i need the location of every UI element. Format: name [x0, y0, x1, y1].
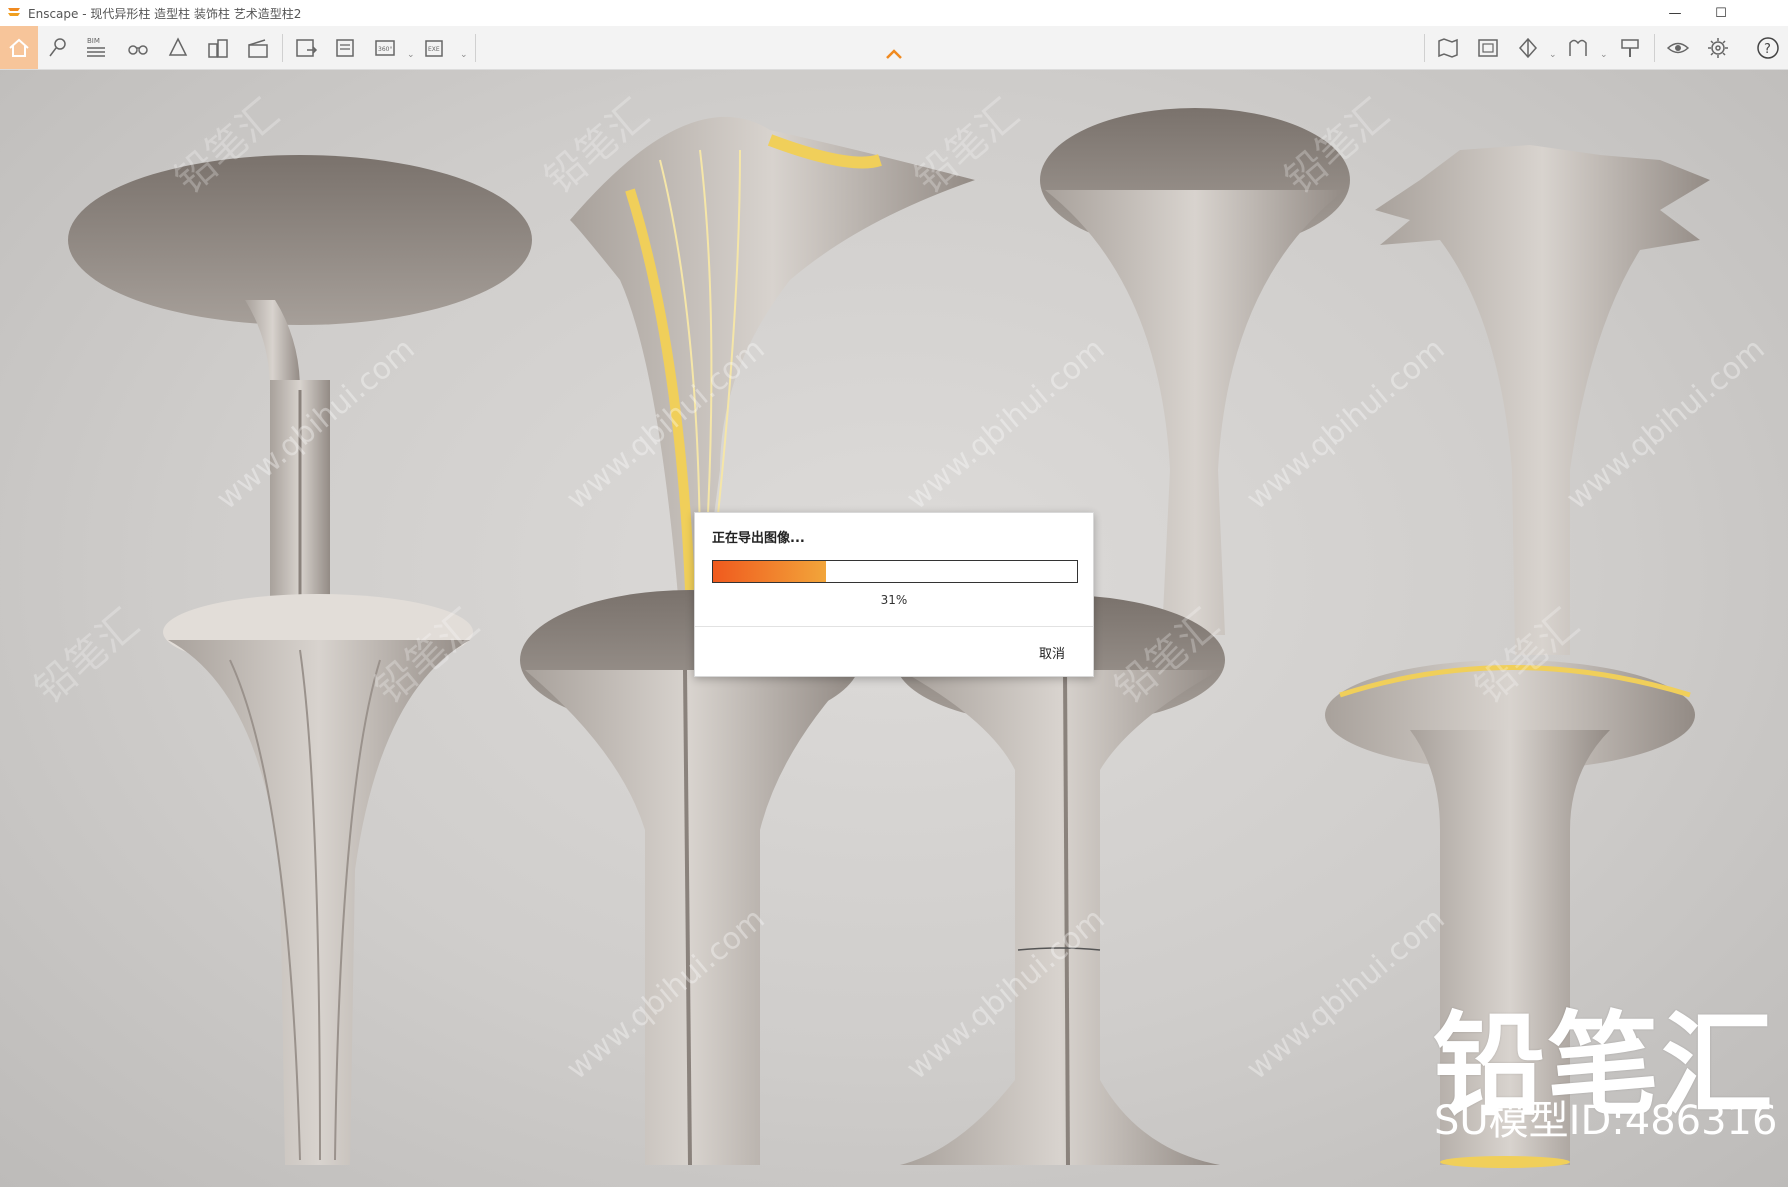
bell-button[interactable] — [162, 32, 194, 64]
360-export-icon: 360° — [375, 40, 395, 56]
asset-library-button[interactable] — [1472, 32, 1504, 64]
help-button[interactable]: ? — [1752, 32, 1784, 64]
maximize-button[interactable]: ☐ — [1698, 0, 1744, 26]
buildings-button[interactable] — [202, 32, 234, 64]
dialog-title: 正在导出图像... — [712, 531, 805, 546]
bim-icon: BIM — [87, 37, 105, 57]
binoculars-button[interactable] — [122, 32, 154, 64]
toolbar-separator — [1654, 34, 1655, 62]
asset-library-icon — [1478, 39, 1498, 57]
export-image-icon — [296, 39, 318, 57]
collapse-toolbar-icon[interactable] — [882, 46, 906, 62]
pin-button[interactable] — [42, 32, 74, 64]
svg-text:?: ? — [1764, 42, 1771, 57]
dialog-separator — [695, 626, 1093, 627]
material-button[interactable] — [1562, 32, 1594, 64]
chevron-down-icon[interactable]: ⌄ — [407, 50, 415, 60]
view-cube-button[interactable] — [1512, 32, 1544, 64]
cancel-button[interactable]: 取消 — [1039, 643, 1065, 662]
model-id-text: SU模型ID:486316 — [1434, 1098, 1778, 1144]
column-4 — [1375, 145, 1710, 655]
batch-export-icon — [336, 39, 354, 57]
panorama-export-button[interactable]: 360° — [370, 32, 402, 64]
toolbar-separator — [282, 34, 283, 62]
paint-icon — [1621, 39, 1639, 57]
exe-export-icon: EXE — [425, 40, 443, 57]
paint-button[interactable] — [1614, 32, 1646, 64]
svg-text:EXE: EXE — [428, 46, 440, 53]
help-icon: ? — [1757, 37, 1779, 59]
clapboard-button[interactable] — [242, 32, 274, 64]
column-1 — [68, 155, 532, 635]
toolbar-separator — [475, 34, 476, 62]
export-image-button[interactable] — [290, 32, 322, 64]
bell-icon — [168, 37, 188, 56]
buildings-icon — [208, 39, 228, 58]
bim-button[interactable]: BIM — [80, 32, 112, 64]
map-icon — [1438, 38, 1458, 58]
map-button[interactable] — [1432, 32, 1464, 64]
material-icon — [1569, 39, 1587, 56]
visual-settings-icon — [1666, 42, 1690, 54]
visual-settings-button[interactable] — [1662, 32, 1694, 64]
pin-icon — [49, 38, 66, 57]
minimize-button[interactable]: — — [1652, 0, 1698, 26]
home-button[interactable] — [0, 26, 38, 69]
view-cube-icon — [1518, 37, 1538, 59]
settings-gear-icon — [1708, 38, 1728, 58]
home-icon — [9, 38, 29, 57]
enscape-logo-icon — [8, 8, 20, 16]
chevron-down-icon[interactable]: ⌄ — [1600, 50, 1608, 60]
binoculars-icon — [128, 45, 148, 55]
progress-percent: 31% — [880, 593, 908, 607]
progress-bar-fill — [713, 561, 826, 582]
svg-text:360°: 360° — [378, 46, 392, 53]
settings-button[interactable] — [1702, 32, 1734, 64]
exe-export-button[interactable]: EXE — [420, 32, 452, 64]
chevron-down-icon[interactable]: ⌄ — [1549, 50, 1557, 60]
batch-export-button[interactable] — [330, 32, 362, 64]
progress-bar — [712, 560, 1078, 583]
window-title: Enscape - 现代异形柱 造型柱 装饰柱 艺术造型柱2 — [28, 6, 302, 21]
svg-text:BIM: BIM — [87, 37, 100, 45]
title-bar: Enscape - 现代异形柱 造型柱 装饰柱 艺术造型柱2 — [0, 0, 1788, 26]
clapboard-icon — [248, 39, 268, 58]
export-progress-dialog: 正在导出图像... 31% 取消 — [694, 512, 1094, 677]
toolbar-separator — [1424, 34, 1425, 62]
chevron-down-icon[interactable]: ⌄ — [460, 50, 468, 60]
